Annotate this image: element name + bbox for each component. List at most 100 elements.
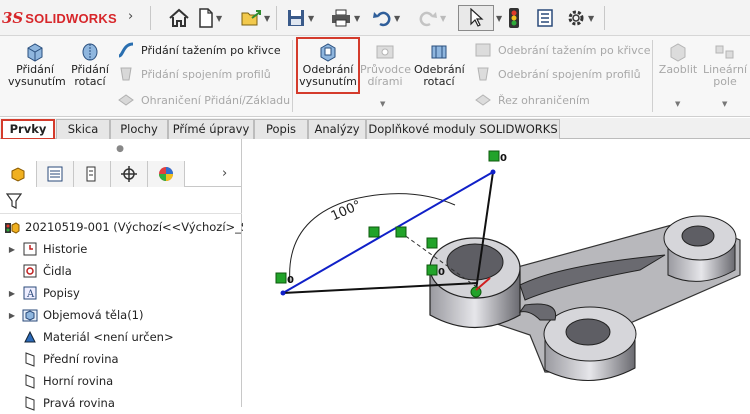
relation-marker-fixed[interactable]: 0 (488, 150, 507, 164)
tree-item-right-plane[interactable]: Pravá rovina (0, 392, 115, 414)
viewport[interactable]: 100° 0 0 0 (243, 139, 750, 407)
expand-arrow-icon[interactable]: ▶ (6, 311, 18, 320)
chevron-down-icon[interactable]: ▼ (496, 14, 502, 23)
tab-plochy[interactable]: Plochy (110, 119, 168, 139)
chevron-down-icon[interactable]: ▼ (675, 100, 680, 108)
graphics-area[interactable]: 100° 0 0 0 (243, 139, 750, 407)
filter-icon[interactable] (6, 192, 22, 210)
tree-item-sensors[interactable]: Čidla (0, 260, 72, 282)
revolved-cut-icon (431, 45, 447, 59)
fillet-button[interactable]: Zaoblit (656, 42, 700, 76)
chevron-right-icon[interactable]: › (222, 166, 227, 181)
tree-item-top-plane[interactable]: Horní rovina (0, 370, 113, 392)
chevron-down-icon[interactable]: ▼ (308, 14, 314, 23)
tab-doplnkove-moduly[interactable]: Doplňkové moduly SOLIDWORKS (366, 119, 560, 139)
relation-marker-fixed[interactable]: 0 (275, 272, 294, 286)
tab-prime-upravy[interactable]: Přímé úpravy (168, 119, 254, 139)
fillet-icon (670, 43, 686, 62)
chevron-down-icon[interactable]: ▼ (354, 14, 360, 23)
extruded-boss-label-2: vysunutím (8, 75, 66, 88)
lofted-boss-label: Přidání spojením profilů (141, 67, 271, 81)
tab-display-manager[interactable] (148, 161, 185, 187)
lofted-boss-button[interactable]: Přidání spojením profilů (117, 66, 271, 82)
print-button[interactable]: ▼ (330, 5, 360, 31)
sketch-point[interactable] (490, 169, 496, 175)
title-bar: 3S SOLIDWORKS › ▼ ▼ ▼ ▼ ▼ ▼ ▼ ▼ (0, 0, 750, 36)
command-tabs: Prvky Skica Plochy Přímé úpravy Popis An… (0, 118, 750, 140)
toolbar-divider (604, 6, 605, 30)
tab-analyzy[interactable]: Analýzy (308, 119, 366, 139)
tab-prvky[interactable]: Prvky (1, 119, 55, 140)
revolved-cut-label-2: rotací (423, 75, 455, 88)
chevron-down-icon[interactable]: ▼ (440, 14, 446, 23)
chevron-down-icon[interactable]: ▼ (394, 14, 400, 23)
lofted-cut-icon (477, 67, 489, 81)
extruded-boss-button[interactable]: Přidání vysunutím (8, 42, 66, 88)
new-document-button[interactable]: ▼ (198, 5, 222, 31)
plane-icon (25, 374, 35, 389)
expand-arrow-icon[interactable]: ▶ (6, 289, 18, 298)
revolved-cut-button[interactable]: Odebrání rotací (414, 42, 465, 88)
select-button[interactable] (458, 5, 494, 31)
origin-point[interactable] (470, 286, 482, 298)
chevron-down-icon[interactable]: ▼ (380, 100, 385, 108)
rebuild-button[interactable] (508, 5, 520, 31)
swept-cut-icon (475, 43, 491, 57)
tree-item-solid-bodies[interactable]: ▶ Objemová těla(1) (0, 304, 144, 326)
relation-marker-horizontal[interactable] (426, 237, 438, 249)
tree-item-label: Čidla (43, 264, 72, 278)
toolbar-divider (276, 6, 277, 30)
solidworks-logo[interactable]: 3S SOLIDWORKS (2, 8, 117, 28)
chevron-down-icon[interactable]: ▼ (264, 14, 270, 23)
annotations-icon: A (23, 286, 37, 300)
sketch-point[interactable] (280, 290, 286, 296)
redo-button[interactable]: ▼ (418, 5, 446, 31)
tab-property-manager[interactable] (37, 161, 74, 187)
part-model[interactable] (429, 215, 741, 381)
chevron-right-icon[interactable]: › (128, 9, 144, 25)
tree-item-annotations[interactable]: ▶ A Popisy (0, 282, 80, 304)
revolved-boss-button[interactable]: Přidání rotací (66, 42, 114, 88)
group-divider (652, 40, 653, 112)
lofted-cut-button[interactable]: Odebrání spojením profilů (474, 66, 641, 82)
boundary-boss-icon (118, 94, 134, 106)
tree-item-label: Materiál <není určen> (43, 330, 174, 344)
tab-dimxpert-manager[interactable] (111, 161, 148, 187)
panel-grip[interactable]: ● (115, 144, 125, 154)
tree-item-front-plane[interactable]: Přední rovina (0, 348, 119, 370)
tree-root-label: 20210519-001 (Výchozí<<Výchozí>_Stav (25, 220, 267, 234)
tree-item-history[interactable]: ▶ Historie (0, 238, 87, 260)
feature-manager-panel: ● › 20210519-001 (Výchozí<<Výchozí>_Stav… (0, 139, 267, 411)
save-button[interactable]: ▼ (286, 5, 314, 31)
tree-item-label: Objemová těla(1) (43, 308, 144, 322)
tree-item-label: Historie (43, 242, 88, 256)
angle-dimension-label[interactable]: 100° (329, 198, 364, 224)
linear-pattern-button[interactable]: Lineární pole (702, 42, 748, 88)
tree-item-material[interactable]: Materiál <není určen> (0, 326, 174, 348)
expand-arrow-icon[interactable]: ▶ (6, 245, 18, 254)
chevron-down-icon[interactable]: ▼ (588, 14, 594, 23)
tree-item-label: Horní rovina (43, 374, 114, 388)
fillet-label: Zaoblit (658, 63, 698, 76)
history-icon (23, 242, 37, 256)
undo-button[interactable]: ▼ (372, 5, 400, 31)
swept-boss-button[interactable]: Přidání tažením po křivce (117, 42, 281, 58)
boundary-cut-button[interactable]: Řez ohraničením (474, 92, 590, 108)
home-button[interactable] (168, 5, 190, 31)
part-icon (5, 222, 20, 234)
hole-wizard-button[interactable]: Průvodce dírami (360, 42, 411, 88)
options-button[interactable]: ▼ (566, 5, 594, 31)
chevron-down-icon[interactable]: ▼ (722, 100, 727, 108)
tab-configuration-manager[interactable] (74, 161, 111, 187)
tab-popis[interactable]: Popis (254, 119, 308, 139)
file-properties-button[interactable] (536, 5, 554, 31)
tab-feature-manager[interactable] (0, 161, 37, 187)
tree-root-part[interactable]: 20210519-001 (Výchozí<<Výchozí>_Stav (0, 216, 267, 238)
boundary-boss-button[interactable]: Ohraničení Přidání/Základu (117, 92, 290, 108)
chevron-down-icon[interactable]: ▼ (216, 14, 222, 23)
swept-cut-button[interactable]: Odebrání tažením po křivce (474, 42, 651, 58)
home-icon (169, 8, 189, 27)
hole-wizard-icon (376, 45, 394, 59)
tab-skica[interactable]: Skica (56, 119, 110, 139)
open-button[interactable]: ▼ (240, 5, 270, 31)
